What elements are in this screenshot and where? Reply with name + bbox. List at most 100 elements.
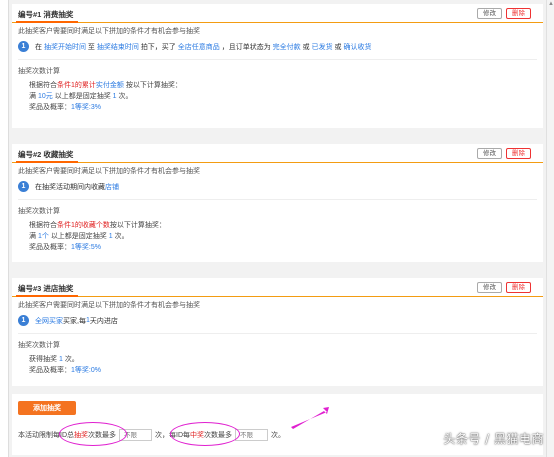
text: 次。 xyxy=(114,233,129,240)
gap xyxy=(12,386,543,394)
calc-rule: 根据符合条件1的累计实付金额 按以下计算抽奖： xyxy=(18,80,537,91)
edit-button[interactable]: 修改 xyxy=(477,282,502,293)
text: 按以下计算抽奖： xyxy=(109,222,166,229)
text: 以上都是固定抽奖 xyxy=(54,93,111,100)
text: 在 xyxy=(35,43,42,51)
times-value[interactable]: 1 xyxy=(109,233,113,240)
condition-section: 此抽奖客户需要同时满足以下拼加的条件才有机会参与抽奖 1 在 抽奖开始时间 至 … xyxy=(12,23,543,56)
start-time-link[interactable]: 抽奖开始时间 xyxy=(44,44,86,51)
condition-ref: 条件1的累计 xyxy=(57,82,96,89)
text: 满 xyxy=(29,93,36,100)
calculation-section: 抽奖次数计算 根据符合条件1的累计实付金额 按以下计算抽奖： 满 10元 以上都… xyxy=(12,63,543,116)
shop-link[interactable]: 店铺 xyxy=(105,182,119,192)
calc-threshold: 满 10元 以上都是固定抽奖 1 次。 xyxy=(18,91,537,102)
watermark: 头条号 / 黑猫电商 xyxy=(443,432,544,446)
gain-line: 获得抽奖 1 次。 xyxy=(18,354,537,365)
delete-button[interactable]: 删除 xyxy=(506,8,531,19)
text: 次。 xyxy=(271,432,285,439)
scroll-up-arrow-icon[interactable]: ▲ xyxy=(547,0,554,8)
condition-number-badge: 1 xyxy=(18,315,29,326)
times-value[interactable]: 1 xyxy=(113,93,117,100)
text: 买家,每 xyxy=(63,317,86,325)
card-title: 编号#3 进店抽奖 xyxy=(18,284,74,293)
scrollbar[interactable]: ▲ xyxy=(546,0,554,457)
text: 次。 xyxy=(64,356,79,363)
text: ，且订单状态为 xyxy=(221,43,271,51)
text: 满 xyxy=(29,233,36,240)
text: 根据符合 xyxy=(29,82,57,89)
card-header: 编号#3 进店抽奖 修改 删除 xyxy=(12,278,543,297)
condition-number-badge: 1 xyxy=(18,181,29,192)
edit-button[interactable]: 修改 xyxy=(477,8,502,19)
calculation-section: 抽奖次数计算 获得抽奖 1 次。 奖品及概率：1等奖:0% xyxy=(12,337,543,379)
calc-rule: 根据符合条件1的收藏个数按以下计算抽奖： xyxy=(18,220,537,231)
text: 或 xyxy=(302,43,310,51)
prize-line: 奖品及概率：1等奖:0% xyxy=(18,365,537,376)
condition-number-badge: 1 xyxy=(18,41,29,52)
prize-link[interactable]: 1等奖:3% xyxy=(71,104,101,111)
text: 拍下，买了 xyxy=(140,43,176,51)
prize-link[interactable]: 1等奖:5% xyxy=(71,244,101,251)
condition-row: 1 在 抽奖开始时间 至 抽奖结束时间 拍下，买了 全店任意商品 ，且订单状态为… xyxy=(18,40,537,53)
text: 根据符合 xyxy=(29,222,57,229)
buyer-scope-link[interactable]: 全网买家 xyxy=(35,316,63,326)
annotation-ellipse xyxy=(170,422,240,446)
calc-heading: 抽奖次数计算 xyxy=(18,342,60,349)
delete-button[interactable]: 删除 xyxy=(506,282,531,293)
text: 奖品及概率： xyxy=(29,244,71,251)
text: 次， xyxy=(155,432,169,439)
condition-ref: 条件1的收藏个数 xyxy=(57,222,110,229)
text: 天内进店 xyxy=(89,317,118,325)
prize-line: 奖品及概率：1等奖:3% xyxy=(18,102,537,113)
status-link[interactable]: 完全付款 xyxy=(273,44,301,51)
prize-link[interactable]: 1等奖:0% xyxy=(71,367,101,374)
status-link[interactable]: 确认收货 xyxy=(343,44,371,51)
text: 在抽奖活动期间内收藏 xyxy=(35,183,105,191)
threshold-value[interactable]: 10元 xyxy=(38,93,53,100)
add-lottery-button[interactable]: 添加抽奖 xyxy=(18,401,76,415)
status-link[interactable]: 已发货 xyxy=(312,44,333,51)
condition-section: 此抽奖客户需要同时满足以下拼加的条件才有机会参与抽奖 1 全网买家 买家,每 1… xyxy=(12,297,543,330)
goods-link[interactable]: 全店任意商品 xyxy=(178,44,220,51)
calc-heading: 抽奖次数计算 xyxy=(18,68,60,75)
title-underline xyxy=(16,161,78,163)
edit-button[interactable]: 修改 xyxy=(477,148,502,159)
divider xyxy=(18,333,537,334)
annotation-ellipse xyxy=(59,422,127,446)
gap xyxy=(12,262,543,278)
gap xyxy=(12,128,543,144)
text: 以上都是固定抽奖 xyxy=(50,233,107,240)
times-value[interactable]: 1 xyxy=(59,356,63,363)
amount-link[interactable]: 实付金额 xyxy=(96,82,124,89)
condition-intro: 此抽奖客户需要同时满足以下拼加的条件才有机会参与抽奖 xyxy=(18,168,200,175)
calc-threshold: 满 1个 以上都是固定抽奖 1 次。 xyxy=(18,231,537,242)
end-time-link[interactable]: 抽奖结束时间 xyxy=(97,44,139,51)
left-panel xyxy=(0,0,9,457)
card-title: 编号#2 收藏抽奖 xyxy=(18,150,74,159)
win-limit-input[interactable] xyxy=(235,429,268,441)
text: 按以下计算抽奖： xyxy=(125,82,182,89)
lottery-card-1: 编号#1 消费抽奖 修改 删除 此抽奖客户需要同时满足以下拼加的条件才有机会参与… xyxy=(12,4,543,128)
text: 奖品及概率： xyxy=(29,367,71,374)
card-header: 编号#1 消费抽奖 修改 删除 xyxy=(12,4,543,23)
condition-intro: 此抽奖客户需要同时满足以下拼加的条件才有机会参与抽奖 xyxy=(18,28,200,35)
condition-intro: 此抽奖客户需要同时满足以下拼加的条件才有机会参与抽奖 xyxy=(18,302,200,309)
divider xyxy=(18,59,537,60)
text: 次。 xyxy=(118,93,133,100)
condition-section: 此抽奖客户需要同时满足以下拼加的条件才有机会参与抽奖 1 在抽奖活动期间内收藏 … xyxy=(12,163,543,196)
divider xyxy=(18,199,537,200)
condition-row: 1 全网买家 买家,每 1 天内进店 xyxy=(18,314,537,327)
text: 或 xyxy=(334,43,342,51)
limit-row: 本活动限制每ID总抽奖次数最多 次，每ID每中奖次数最多 次。 xyxy=(18,428,285,442)
calculation-section: 抽奖次数计算 根据符合条件1的收藏个数按以下计算抽奖： 满 1个 以上都是固定抽… xyxy=(12,203,543,256)
card-title: 编号#1 消费抽奖 xyxy=(18,10,74,19)
condition-text: 在 抽奖开始时间 至 抽奖结束时间 拍下，买了 全店任意商品 ，且订单状态为 完… xyxy=(35,42,371,52)
title-underline xyxy=(16,21,78,23)
prize-line: 奖品及概率：1等奖:5% xyxy=(18,242,537,253)
calc-heading: 抽奖次数计算 xyxy=(18,208,60,215)
threshold-value[interactable]: 1个 xyxy=(38,233,49,240)
condition-row: 1 在抽奖活动期间内收藏 店铺 xyxy=(18,180,537,193)
delete-button[interactable]: 删除 xyxy=(506,148,531,159)
card-header: 编号#2 收藏抽奖 修改 删除 xyxy=(12,144,543,163)
text: 至 xyxy=(87,43,95,51)
